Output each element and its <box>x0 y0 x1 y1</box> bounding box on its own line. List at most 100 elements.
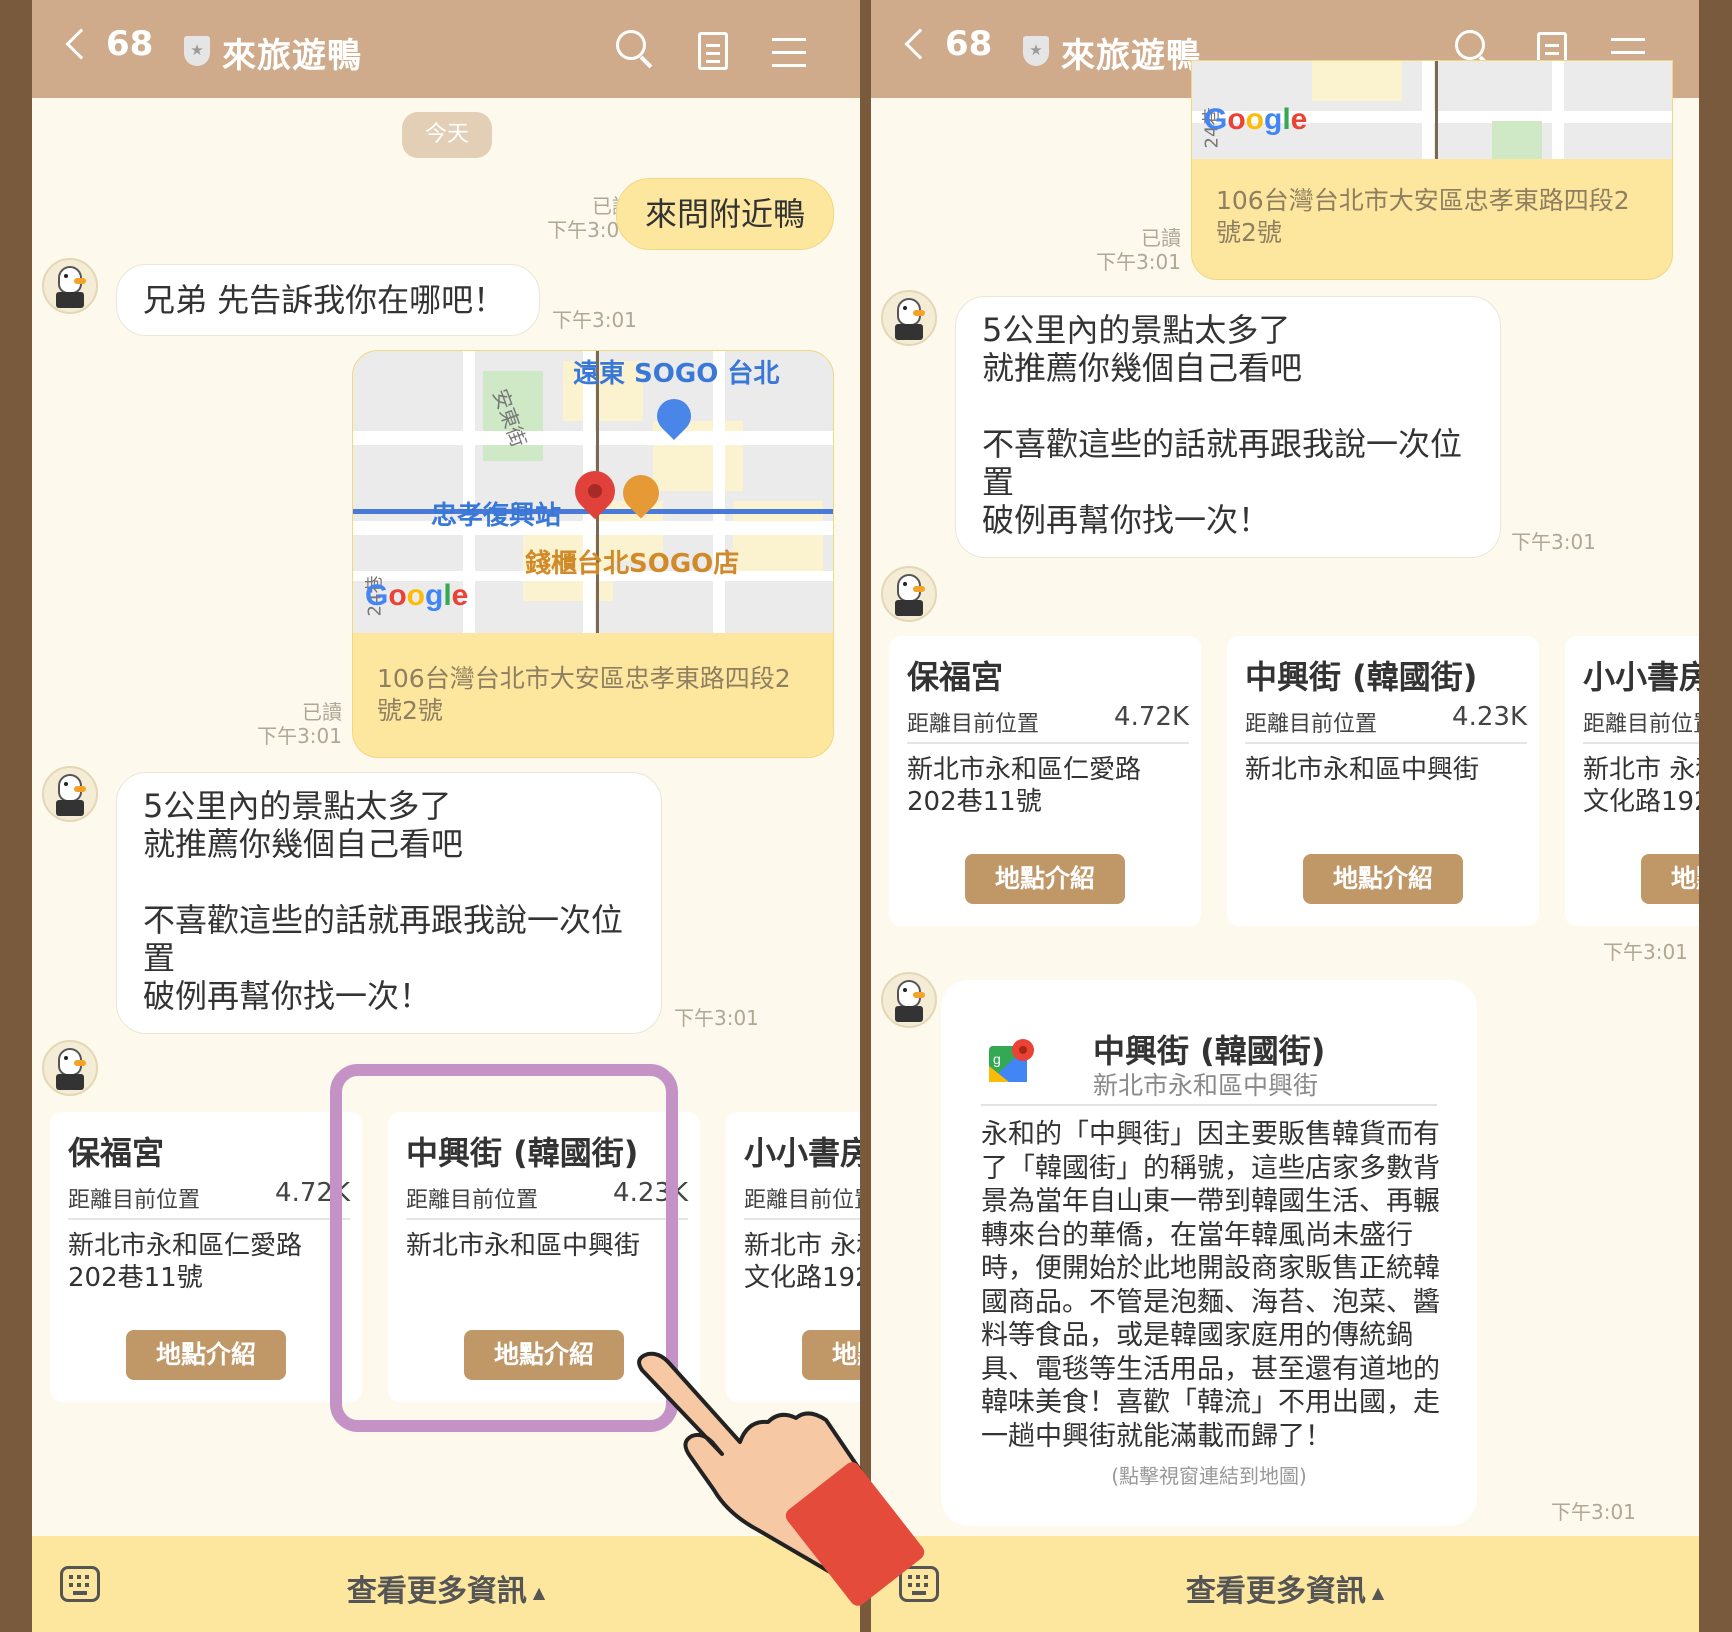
distance-label: 距離目前位置 <box>907 712 1040 737</box>
read-receipt: 已讀 <box>302 700 342 724</box>
place-address: 新北市永和區仁愛路 202巷11號 <box>68 1231 303 1293</box>
map-address: 106台灣台北市大安區忠孝東路四段2號2號 <box>377 664 791 725</box>
divider <box>907 742 1189 744</box>
location-map-bubble[interactable]: 遠東 SOGO 台北 忠孝復興站 錢櫃台北SOGO店 安東街 24巷 Googl… <box>352 350 834 758</box>
user-message-bubble: 來問附近鴨 <box>616 178 834 250</box>
map-preview[interactable]: 遠東 SOGO 台北 忠孝復興站 錢櫃台北SOGO店 安東街 24巷 Googl… <box>353 351 833 633</box>
more-info-toggle[interactable]: 查看更多資訊 ▲ <box>871 1566 1699 1610</box>
bot-avatar[interactable] <box>881 290 937 346</box>
chat-screen-right: 68 ★ 來旅遊鴨 24巷 Google 106台灣台北市大安區忠孝東路四段2號… <box>871 0 1699 1632</box>
google-logo: Google <box>1204 103 1308 136</box>
map-label-sogo: 遠東 SOGO 台北 <box>573 359 780 389</box>
place-address: 新北市 永和區 文化路192巷 <box>744 1231 860 1293</box>
search-icon[interactable] <box>616 30 654 69</box>
chevron-left-icon <box>904 28 936 60</box>
place-name: 保福宮 <box>907 658 1004 696</box>
place-name: 中興街 (韓國街) <box>1245 658 1478 696</box>
chat-header: 68 ★ 來旅遊鴨 <box>32 0 860 98</box>
place-intro-button[interactable]: 地點介紹 <box>1303 854 1463 904</box>
camera-icon <box>895 600 923 616</box>
timestamp: 下午3:01 <box>552 308 637 332</box>
back-button[interactable]: 68 <box>903 24 992 64</box>
message-meta: 已讀 下午3:01 <box>232 700 342 748</box>
bot-avatar[interactable] <box>42 1040 98 1096</box>
notes-icon[interactable] <box>698 32 728 70</box>
divider <box>68 1218 350 1220</box>
divider <box>1583 742 1699 744</box>
rich-menu-bar: 查看更多資訊 ▲ <box>871 1536 1699 1632</box>
timestamp: 下午3:01 <box>1551 1500 1636 1524</box>
message-meta: 已讀 下午3:00 <box>472 194 632 242</box>
bot-avatar[interactable] <box>881 566 937 622</box>
place-card[interactable]: 保福宮 距離目前位置 4.72K 新北市永和區仁愛路 202巷11號 地點介紹 <box>889 636 1201 926</box>
distance-label: 距離目前位置 <box>744 1188 860 1213</box>
timestamp: 下午3:01 <box>257 724 342 748</box>
google-logo: Google <box>365 579 469 612</box>
camera-icon <box>56 1074 84 1090</box>
bot-avatar[interactable] <box>42 258 98 314</box>
divider <box>1245 742 1527 744</box>
place-name: 保福宮 <box>68 1134 165 1172</box>
menu-icon[interactable] <box>772 38 806 77</box>
map-link-hint: (點擊視窗連結到地圖) <box>1111 1464 1307 1488</box>
more-info-label: 查看更多資訊 <box>346 1574 527 1609</box>
distance-label: 距離目前位置 <box>1583 712 1699 737</box>
timestamp: 下午3:01 <box>1096 250 1181 274</box>
place-card[interactable]: 小小書房 距離目前位置 新北市 永和區 文化路192巷 地點介紹 <box>1565 636 1699 926</box>
camera-icon <box>56 800 84 816</box>
more-info-label: 查看更多資訊 <box>1185 1574 1366 1609</box>
distance-value: 4.72K <box>1114 702 1189 732</box>
place-name: 小小書房 <box>744 1134 860 1172</box>
verified-shield-icon: ★ <box>1023 36 1049 66</box>
distance-value: 4.23K <box>1452 702 1527 732</box>
chevron-left-icon <box>65 28 97 60</box>
divider <box>744 1218 860 1220</box>
camera-icon <box>56 292 84 308</box>
place-intro-button[interactable]: 地點介紹 <box>965 854 1125 904</box>
place-card[interactable]: 保福宮 距離目前位置 4.72K 新北市永和區仁愛路 202巷11號 地點介紹 <box>50 1112 362 1402</box>
bot-avatar[interactable] <box>42 766 98 822</box>
map-label-station: 忠孝復興站 <box>431 501 562 531</box>
place-intro-button[interactable]: 地點介紹 <box>1641 854 1699 904</box>
place-detail-description: 永和的「中興街」因主要販售韓貨而有了「韓國街」的稱號，這些店家多數背景為當年自山… <box>981 1119 1440 1452</box>
divider <box>981 1104 1437 1106</box>
selection-highlight <box>330 1064 678 1432</box>
verified-shield-icon: ★ <box>184 36 210 66</box>
distance-label: 距離目前位置 <box>1245 712 1378 737</box>
bot-avatar[interactable] <box>881 972 937 1028</box>
place-address: 新北市永和區中興街 <box>1245 755 1480 785</box>
place-carousel[interactable]: 保福宮 距離目前位置 4.72K 新北市永和區仁愛路 202巷11號 地點介紹 … <box>871 636 1699 936</box>
unread-count: 68 <box>106 24 154 64</box>
map-label-store: 錢櫃台北SOGO店 <box>525 549 740 579</box>
read-receipt: 已讀 <box>1141 226 1181 250</box>
map-preview[interactable]: 24巷 Google <box>1192 61 1672 159</box>
unread-count: 68 <box>945 24 993 64</box>
caret-up-icon: ▲ <box>1371 1583 1385 1602</box>
read-receipt: 已讀 <box>592 194 632 218</box>
timestamp: 下午3:00 <box>547 218 632 242</box>
place-name: 小小書房 <box>1583 658 1699 696</box>
bot-message-bubble: 5公里內的景點太多了 就推薦你幾個自己看吧 不喜歡這些的話就再跟我說一次位置 破… <box>116 772 662 1034</box>
map-address: 106台灣台北市大安區忠孝東路四段2號2號 <box>1216 186 1630 247</box>
timestamp: 下午3:01 <box>674 1006 759 1030</box>
camera-icon <box>895 1006 923 1022</box>
chat-title: 來旅遊鴨 <box>1061 36 1201 76</box>
svg-text:g: g <box>993 1051 1001 1067</box>
back-button[interactable]: 68 <box>64 24 153 64</box>
place-detail-card[interactable]: g 中興街 (韓國街) 新北市永和區中興街 永和的「中興街」因主要販售韓貨而有了… <box>941 980 1477 1526</box>
camera-icon <box>895 324 923 340</box>
message-meta: 已讀 下午3:01 <box>1071 226 1181 274</box>
bot-message-bubble: 兄弟 先告訴我你在哪吧！ <box>116 264 540 336</box>
place-detail-address: 新北市永和區中興街 <box>1093 1071 1319 1100</box>
location-map-bubble[interactable]: 24巷 Google 106台灣台北市大安區忠孝東路四段2號2號 <box>1191 60 1673 280</box>
google-maps-icon: g <box>989 1039 1034 1082</box>
place-card[interactable]: 中興街 (韓國街) 距離目前位置 4.23K 新北市永和區中興街 地點介紹 <box>1227 636 1539 926</box>
distance-label: 距離目前位置 <box>68 1188 201 1213</box>
caret-up-icon: ▲ <box>532 1583 546 1602</box>
place-intro-button[interactable]: 地點介紹 <box>126 1330 286 1380</box>
chat-title: 來旅遊鴨 <box>222 36 362 76</box>
place-address: 新北市永和區仁愛路 202巷11號 <box>907 755 1142 817</box>
place-address: 新北市 永和區 文化路192巷 <box>1583 755 1699 817</box>
timestamp: 下午3:01 <box>1603 940 1688 964</box>
bot-message-bubble: 5公里內的景點太多了 就推薦你幾個自己看吧 不喜歡這些的話就再跟我說一次位置 破… <box>955 296 1501 558</box>
